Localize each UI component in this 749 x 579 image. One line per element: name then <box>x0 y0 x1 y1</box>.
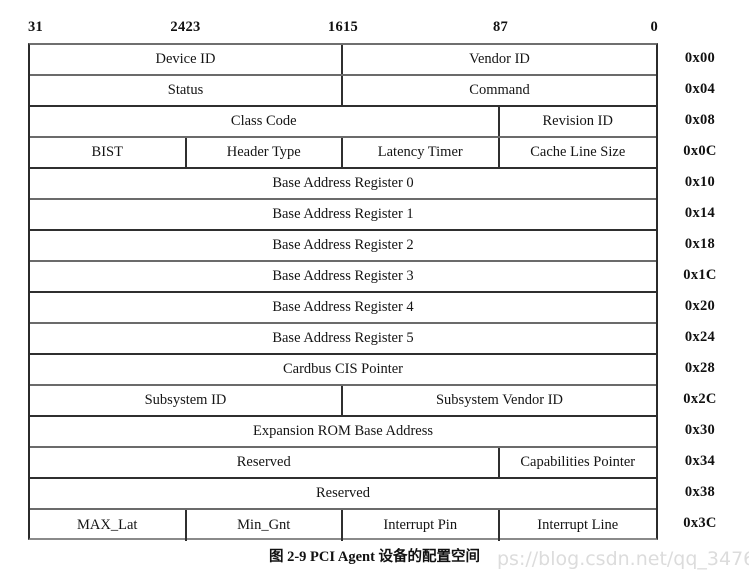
register-offset-label: 0x14 <box>684 205 716 221</box>
register-field-cell: Interrupt Pin <box>343 510 500 541</box>
bit-tick-23: 23 <box>185 19 201 35</box>
register-offset-column: 0x00 0x04 0x08 0x0C 0x10 0x14 0x18 0x1C 0x20 0x24… <box>664 43 736 540</box>
register-field-cell: Status <box>30 76 343 105</box>
register-offset-label: 0x34 <box>684 453 716 469</box>
table-row: Base Address Register 3 <box>30 262 656 293</box>
bit-tick-8: 8 <box>492 19 501 35</box>
table-row: Reserved Capabilities Pointer <box>30 448 656 479</box>
bit-tick-7: 7 <box>500 19 509 35</box>
table-row: Base Address Register 1 <box>30 200 656 231</box>
register-field-cell: Base Address Register 1 <box>272 206 414 223</box>
register-field-cell: Reserved <box>316 485 370 502</box>
register-field-cell: Interrupt Line <box>537 517 619 534</box>
table-row: Expansion ROM Base Address <box>30 417 656 448</box>
bit-tick-15: 15 <box>343 19 359 35</box>
register-offset-label: 0x38 <box>684 484 716 500</box>
bit-tick-0: 0 <box>650 19 658 35</box>
bit-tick-24: 24 <box>170 19 186 35</box>
table-row: Reserved <box>30 479 656 510</box>
table-row: Class Code Revision ID <box>30 107 656 138</box>
register-offset-label: 0x04 <box>684 81 716 97</box>
table-row: BIST Header Type Latency Timer Cache Line S… <box>30 138 656 169</box>
table-row: Base Address Register 4 <box>30 293 656 324</box>
register-field-cell: Device ID <box>30 45 343 74</box>
table-row: MAX_Lat Min_Gnt Interrupt Pin Interrupt Lin… <box>30 510 656 541</box>
register-field-cell: Cache Line Size <box>530 144 626 161</box>
register-offset-label: 0x24 <box>684 329 716 345</box>
register-field-cell: Base Address Register 3 <box>272 268 414 285</box>
register-field-cell: Base Address Register 4 <box>272 299 414 316</box>
register-field-cell: BIST <box>30 138 187 167</box>
table-row: Base Address Register 0 <box>30 169 656 200</box>
register-field-cell: Base Address Register 0 <box>272 175 414 192</box>
register-field-cell: Subsystem Vendor ID <box>435 392 563 409</box>
register-field-cell: Expansion ROM Base Address <box>252 423 434 440</box>
table-row: Status Command <box>30 76 656 107</box>
bit-tick-31: 31 <box>28 19 44 35</box>
table-row: Base Address Register 5 <box>30 324 656 355</box>
bit-tick-16: 16 <box>327 19 343 35</box>
register-field-cell: Base Address Register 2 <box>272 237 414 254</box>
register-offset-label: 0x08 <box>684 112 716 128</box>
table-row: Subsystem ID Subsystem Vendor ID <box>30 386 656 417</box>
register-field-cell: Command <box>469 82 530 99</box>
register-field-cell: Cardbus CIS Pointer <box>282 361 404 378</box>
register-offset-label: 0x3C <box>683 515 717 531</box>
table-row: Cardbus CIS Pointer <box>30 355 656 386</box>
register-field-cell: Class Code <box>30 107 500 136</box>
figure-caption: 图 2-9 PCI Agent 设备的配置空间 <box>268 549 481 565</box>
register-field-cell: Min_Gnt <box>187 510 343 541</box>
bit-position-ruler: 31 24 23 16 15 8 7 0 <box>28 16 658 38</box>
register-field-cell: Vendor ID <box>469 51 530 68</box>
register-offset-label: 0x18 <box>684 236 716 252</box>
register-offset-label: 0x28 <box>684 360 716 376</box>
register-field-cell: Base Address Register 5 <box>272 330 414 347</box>
register-offset-label: 0x30 <box>684 422 716 438</box>
register-field-cell: MAX_Lat <box>30 510 187 541</box>
register-offset-label: 0x2C <box>683 391 717 407</box>
register-offset-label: 0x10 <box>684 174 716 190</box>
pci-configuration-space-table: Device ID Vendor ID Status Command Class Cod… <box>28 43 658 541</box>
register-offset-label: 0x1C <box>683 267 717 283</box>
register-offset-label: 0x20 <box>684 298 716 314</box>
register-field-cell: Subsystem ID <box>30 386 343 415</box>
register-field-cell: Header Type <box>187 138 343 167</box>
register-offset-label: 0x00 <box>684 50 716 66</box>
register-field-cell: Capabilities Pointer <box>520 454 636 471</box>
register-offset-label: 0x0C <box>683 143 717 159</box>
table-row: Base Address Register 2 <box>30 231 656 262</box>
table-row: Device ID Vendor ID <box>30 45 656 76</box>
register-field-cell: Revision ID <box>542 113 613 130</box>
register-field-cell: Latency Timer <box>343 138 500 167</box>
register-field-cell: Reserved <box>30 448 500 477</box>
